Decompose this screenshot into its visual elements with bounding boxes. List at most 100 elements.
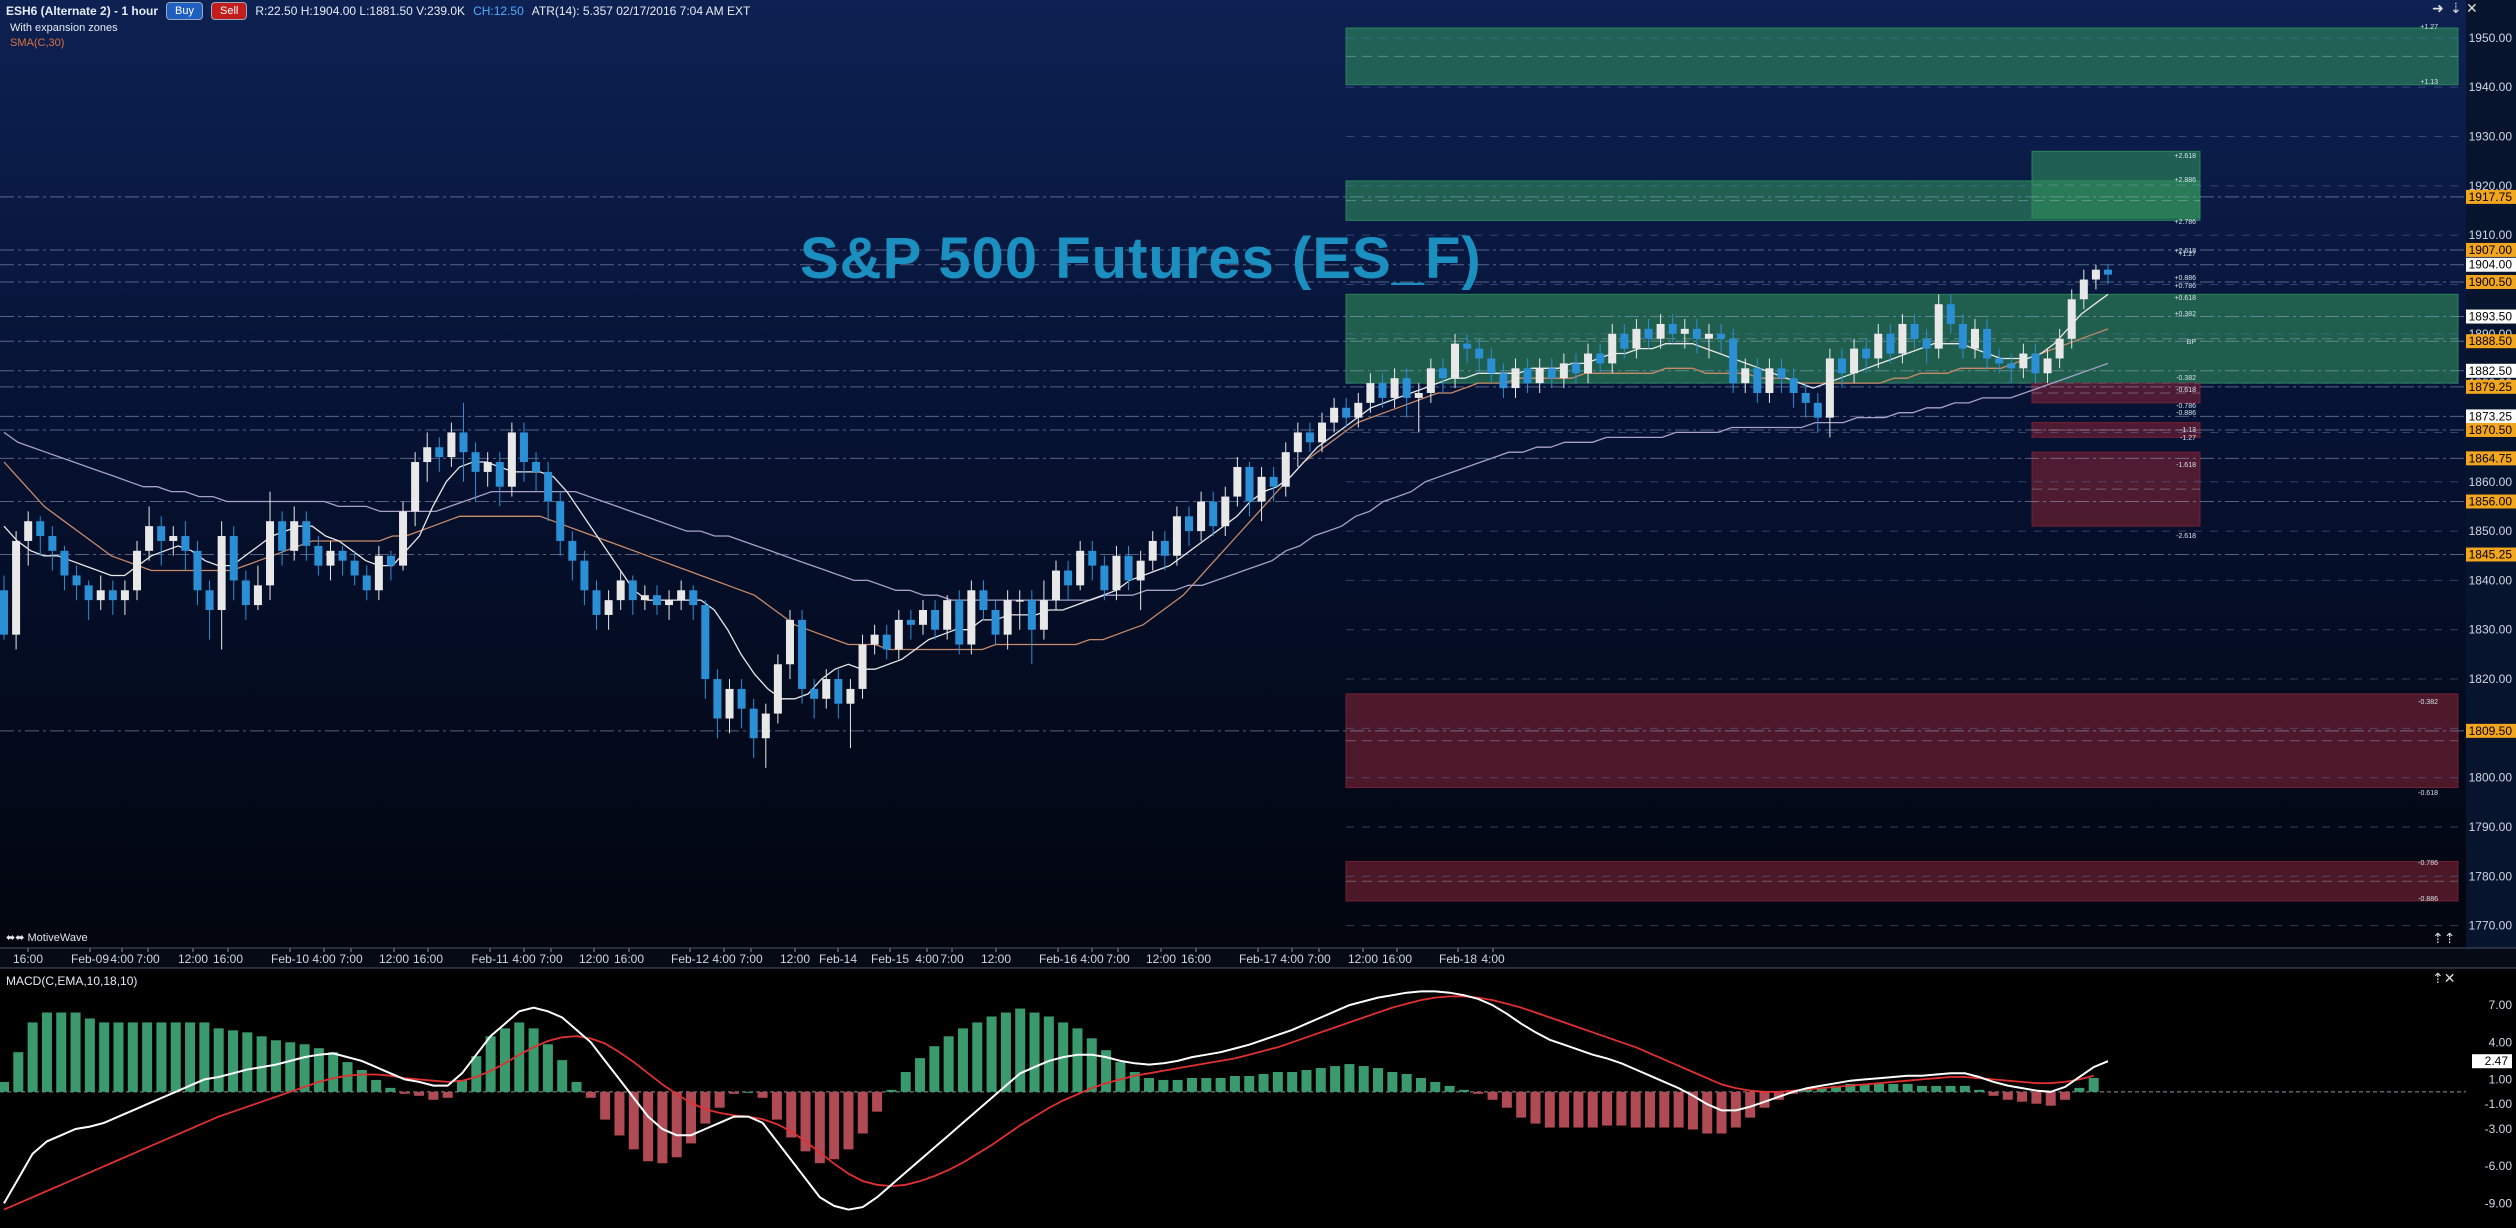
macd-histogram-bar	[1702, 1091, 1713, 1134]
macd-histogram-bar	[299, 1044, 310, 1092]
macd-histogram-bar	[1530, 1091, 1541, 1124]
time-tick-label: Feb-09	[71, 952, 109, 966]
buy-button[interactable]: Buy	[166, 2, 203, 20]
macd-histogram-bar	[1215, 1077, 1226, 1092]
macd-histogram-bar	[628, 1091, 639, 1150]
macd-histogram-bar	[1115, 1062, 1126, 1092]
scroll-right-icon[interactable]: ➜	[2432, 0, 2444, 17]
macd-histogram-bar	[1158, 1079, 1169, 1092]
candle-body	[1027, 600, 1036, 630]
candle-body	[495, 462, 504, 487]
time-tick-label: 16:00	[1181, 952, 1211, 966]
zone-level-label: -0.382	[2176, 375, 2196, 382]
candle-body	[1124, 555, 1133, 581]
macd-histogram-bar	[256, 1036, 267, 1092]
candle-body	[120, 590, 129, 601]
arrows-icon: ⬌⬌	[6, 932, 25, 944]
candle-body	[1039, 600, 1048, 630]
macd-histogram-bar	[242, 1032, 253, 1092]
zone-level-label: -0.618	[2176, 387, 2196, 394]
watermark-text: MotiveWave	[27, 932, 88, 944]
macd-histogram-bar	[2002, 1091, 2013, 1100]
candle-body	[785, 619, 794, 665]
time-tick-label: 12:00	[1146, 952, 1176, 966]
price-tag-label: 1917.75	[2469, 190, 2513, 204]
candle-body	[544, 471, 553, 502]
price-tag-label: 1856.00	[2469, 494, 2513, 508]
candle-body	[773, 664, 782, 714]
macd-histogram-bar	[743, 1091, 754, 1093]
candle-body	[1451, 343, 1460, 379]
candle-body	[411, 462, 420, 512]
zone-level-label: -0.786	[2176, 403, 2196, 410]
candle-body	[798, 619, 807, 689]
macd-histogram-bar	[986, 1016, 997, 1092]
macd-histogram-bar	[1444, 1085, 1455, 1092]
candle-body	[181, 536, 190, 551]
macd-histogram-bar	[714, 1091, 725, 1108]
macd-histogram-bar	[1229, 1075, 1240, 1092]
price-chart[interactable]: +1.27+1.13+2.618+2.886+2.786+2.618+1.27+…	[0, 0, 2516, 1228]
candle-body	[1003, 600, 1012, 635]
macd-histogram-bar	[886, 1089, 897, 1092]
macd-histogram-bar	[1888, 1083, 1899, 1092]
zone-level-label: +1.27	[2420, 24, 2438, 31]
macd-histogram-bar	[1458, 1089, 1469, 1092]
price-tag-label: 1882.50	[2469, 364, 2513, 378]
candle-body	[1559, 363, 1568, 379]
time-tick-label: 4:00	[512, 952, 536, 966]
macd-histogram-bar	[1301, 1070, 1312, 1092]
candle-body	[931, 610, 940, 630]
macd-histogram-bar	[371, 1079, 382, 1092]
time-tick-label: 12:00	[981, 952, 1011, 966]
candle-body	[1789, 378, 1798, 393]
price-tick-label: 1950.00	[2469, 31, 2513, 45]
candle-body	[290, 521, 299, 551]
zone-level-label: -0.618	[2418, 790, 2438, 797]
zone-level-label: -0.886	[2418, 896, 2438, 903]
symbol-label: ESH6 (Alternate 2) - 1 hour	[6, 4, 159, 18]
close-icon[interactable]: ✕	[2466, 0, 2478, 17]
candle-body	[1910, 323, 1919, 339]
time-tick-label: Feb-17	[1239, 952, 1277, 966]
candle-body	[834, 679, 843, 704]
candle-body	[1245, 466, 1254, 502]
candle-body	[1136, 560, 1145, 581]
candle-body	[1584, 353, 1593, 374]
candle-body	[1765, 368, 1774, 393]
macd-histogram-bar	[1673, 1091, 1684, 1128]
candle-body	[1523, 368, 1532, 384]
macd-histogram-bar	[485, 1036, 496, 1092]
candle-body	[2007, 363, 2016, 369]
macd-histogram-bar	[1344, 1064, 1355, 1092]
macd-histogram-bar	[385, 1087, 396, 1092]
macd-histogram-bar	[542, 1044, 553, 1092]
candle-body	[1656, 323, 1665, 339]
macd-histogram-bar	[1430, 1081, 1441, 1092]
price-tick-label: 1850.00	[2469, 524, 2513, 538]
candle-body	[217, 536, 226, 611]
price-tag-label: 1879.25	[2469, 380, 2513, 394]
candle-body	[1922, 338, 1931, 349]
candle-body	[278, 521, 287, 551]
candle-body	[1160, 540, 1169, 556]
candle-body	[1608, 333, 1617, 364]
time-tick-label: 4:00	[110, 952, 134, 966]
pane-expand-icon[interactable]: ⇡⇡	[2432, 930, 2455, 947]
sell-button[interactable]: Sell	[211, 2, 248, 20]
macd-histogram-bar	[70, 1012, 81, 1092]
candle-body	[1535, 368, 1544, 384]
candle-body	[628, 580, 637, 601]
macd-histogram-bar	[857, 1091, 868, 1134]
macd-histogram-bar	[1931, 1085, 1942, 1092]
candle-body	[266, 521, 275, 586]
price-tick-label: 1770.00	[2469, 919, 2513, 933]
candle-body	[1862, 348, 1871, 359]
candle-body	[2104, 269, 2112, 275]
zone-level-label: +2.618	[2174, 153, 2196, 160]
candle-body	[1475, 348, 1484, 359]
macd-pane-icon[interactable]: ⇡✕	[2432, 970, 2455, 987]
scroll-down-icon[interactable]: ⇣	[2450, 0, 2462, 17]
zone-level-label: BP	[2187, 339, 2197, 346]
candle-body	[822, 679, 831, 699]
